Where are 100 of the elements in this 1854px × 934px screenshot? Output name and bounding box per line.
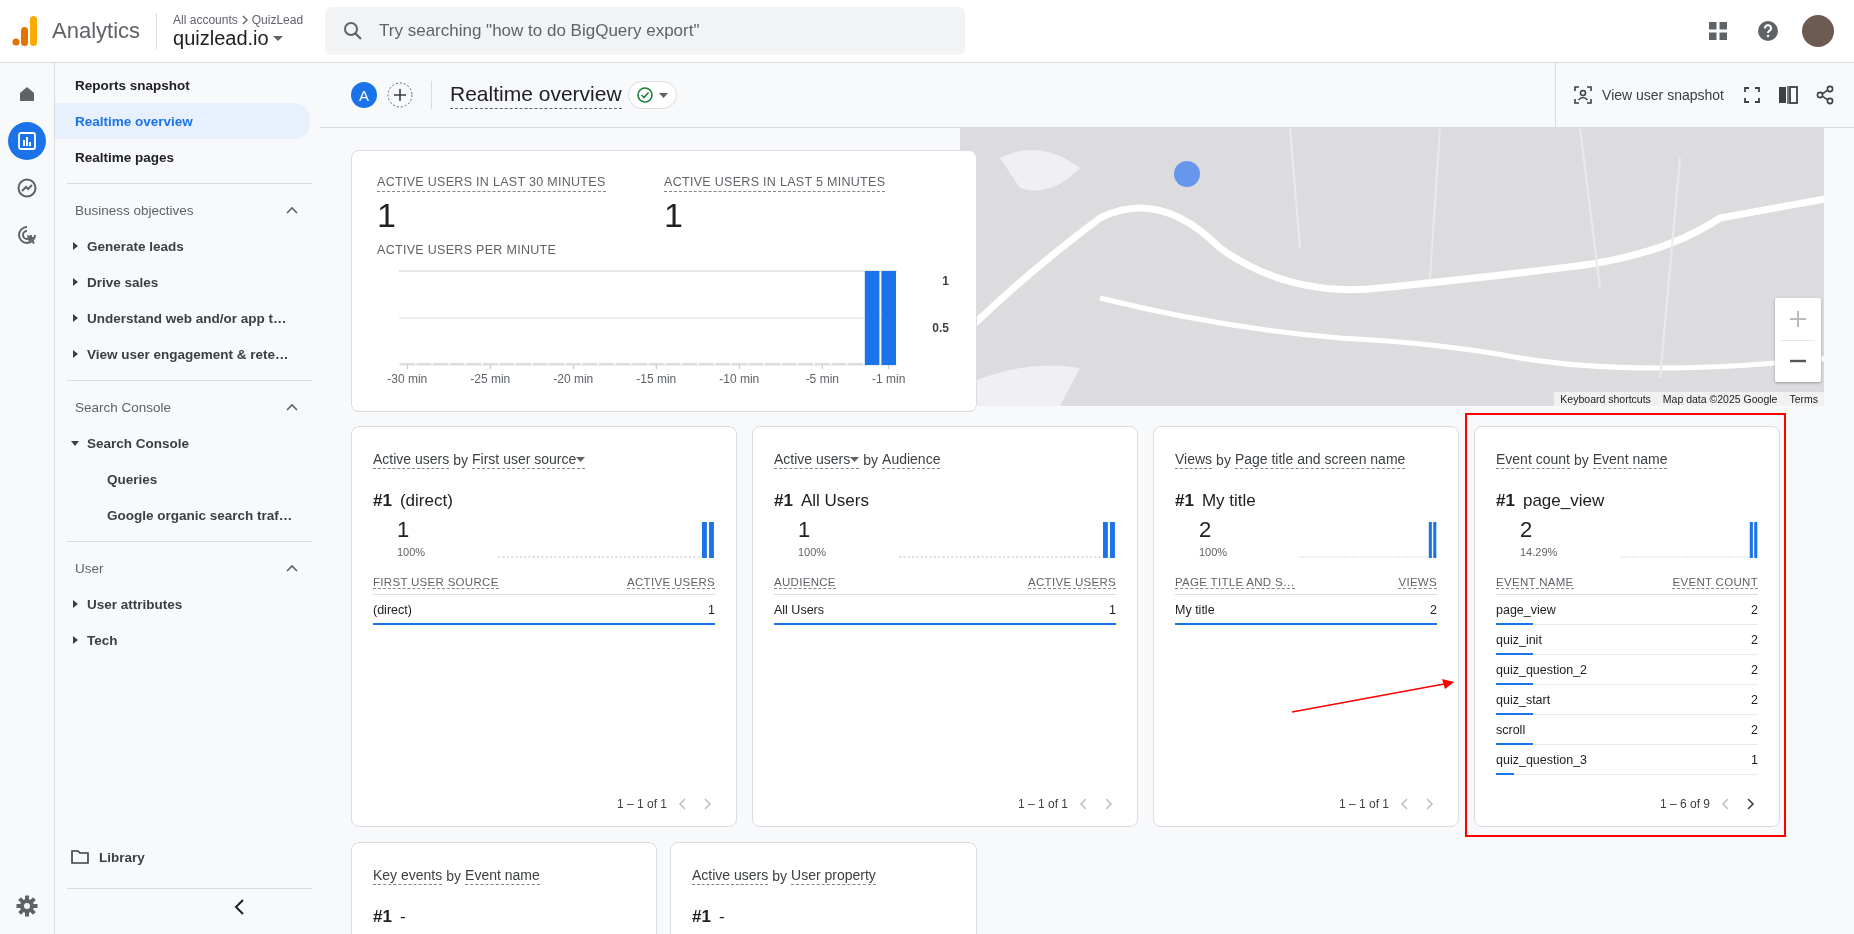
row-label: quiz_question_3 <box>1496 752 1588 767</box>
column-header: ACTIVE USERS <box>1028 576 1116 589</box>
row-value: 2 <box>1430 602 1437 617</box>
chevron-right-icon <box>240 14 249 25</box>
row-label: scroll <box>1496 722 1526 737</box>
product-name: Analytics <box>52 13 158 49</box>
nav-item[interactable]: Realtime pages <box>55 139 310 175</box>
comparison-badge[interactable]: A <box>351 82 377 108</box>
caret-right-icon <box>71 314 79 322</box>
target-cursor-icon <box>16 224 38 246</box>
column-header: EVENT COUNT <box>1672 576 1758 589</box>
row-label: My title <box>1175 602 1215 617</box>
row-value: 1 <box>1751 752 1758 767</box>
top-item-name: - <box>399 907 406 927</box>
settings-button[interactable] <box>16 895 38 920</box>
pagination-text: 1 – 1 of 1 <box>616 797 667 811</box>
row-value: 2 <box>1751 662 1758 677</box>
map-footer-link[interactable]: Map data ©2025 Google <box>1656 392 1784 406</box>
nav-group[interactable]: Drive sales <box>55 264 310 300</box>
row-value: 2 <box>1751 632 1758 647</box>
dimension-selector[interactable]: Event name <box>1592 451 1668 469</box>
dimension-selector[interactable]: Audience <box>882 451 941 469</box>
axis-label: -10 min <box>719 372 760 386</box>
user-avatar[interactable] <box>1802 15 1834 47</box>
caret-right-icon <box>71 600 79 608</box>
metric-value: 1 <box>377 196 397 235</box>
nav-section-header[interactable]: User <box>55 550 310 586</box>
chevron-up-icon <box>286 403 298 411</box>
metric-selector[interactable]: Active users <box>373 451 450 469</box>
column-header: AUDIENCE <box>774 576 836 589</box>
top-item-value: 1 <box>397 517 411 543</box>
status-menu[interactable] <box>627 81 677 109</box>
nav-group[interactable]: View user engagement & rete… <box>55 336 310 372</box>
bar-chart-icon <box>18 132 36 150</box>
caret-down-icon <box>272 35 283 41</box>
nav-section-header[interactable]: Business objectives <box>55 192 310 228</box>
dimension-selector[interactable]: User property <box>791 867 876 885</box>
metric-selector[interactable]: Key events <box>373 867 443 885</box>
nav-group[interactable]: Search Console <box>55 425 310 461</box>
dimension-selector[interactable]: Event name <box>465 867 540 885</box>
axis-label: 0.5 <box>932 321 949 335</box>
analytics-logo <box>12 16 38 46</box>
breadcrumb-link[interactable]: QuizLead <box>251 12 304 27</box>
rank-label: #1 <box>692 907 711 927</box>
breadcrumb-link[interactable]: All accounts <box>173 12 238 27</box>
row-value: 2 <box>1751 602 1758 617</box>
caret-down-icon <box>576 456 586 462</box>
pagination-text: 1 – 1 of 1 <box>1338 797 1389 811</box>
caret-right-icon <box>71 350 79 358</box>
row-label: All Users <box>774 602 824 617</box>
nav-item[interactable]: Reports snapshot <box>55 67 310 103</box>
axis-label: -25 min <box>470 372 511 386</box>
top-item-share: 100% <box>1199 546 1229 558</box>
card-title-text: by <box>1216 452 1231 468</box>
chart-title: ACTIVE USERS PER MINUTE <box>377 243 558 257</box>
page-title: Realtime overview <box>450 81 622 109</box>
property-selector[interactable]: quizlead.io <box>173 26 318 50</box>
metric-selector[interactable]: Views <box>1175 451 1213 469</box>
search-field[interactable]: Try searching "how to do BigQuery export" <box>325 7 966 55</box>
nav-group[interactable]: Tech <box>55 622 310 658</box>
metric-selector[interactable]: Active users <box>774 451 860 469</box>
folder-icon <box>71 850 89 864</box>
nav-item[interactable]: Realtime overview <box>55 103 310 139</box>
fullscreen-icon <box>1744 87 1760 103</box>
map-footer-link[interactable]: Terms <box>1783 392 1824 406</box>
grid-icon <box>1709 22 1727 40</box>
row-label: quiz_question_2 <box>1496 662 1588 677</box>
card-title-text: by <box>772 868 788 884</box>
dimension-selector[interactable]: Page title and screen name <box>1234 451 1406 469</box>
row-label: quiz_start <box>1496 692 1551 707</box>
nav-item[interactable]: Google organic search traf… <box>55 497 310 533</box>
top-item-name: My title <box>1201 491 1256 511</box>
metric-selector[interactable]: Active users <box>692 867 769 885</box>
settings-icon <box>16 895 38 917</box>
axis-label: -30 min <box>387 372 428 386</box>
nav-section-header[interactable]: Search Console <box>55 389 310 425</box>
nav-group[interactable]: Understand web and/or app t… <box>55 300 310 336</box>
metric-value: 1 <box>664 196 684 235</box>
row-value: 2 <box>1751 692 1758 707</box>
map-footer-link[interactable]: Keyboard shortcuts <box>1554 392 1657 406</box>
nav-group[interactable]: User attributes <box>55 586 310 622</box>
top-item-value: 1 <box>798 517 812 543</box>
view-user-snapshot-button[interactable]: View user snapshot <box>1568 82 1730 108</box>
caret-down-icon <box>658 92 668 98</box>
top-item-name: - <box>718 907 725 927</box>
top-item-share: 100% <box>397 546 427 558</box>
row-label: page_view <box>1496 602 1556 617</box>
rank-label: #1 <box>1175 491 1194 511</box>
minus-icon <box>1789 359 1807 364</box>
axis-label: -20 min <box>553 372 594 386</box>
help-icon <box>1757 20 1779 42</box>
rail-button[interactable] <box>8 122 46 160</box>
nav-item[interactable]: Queries <box>55 461 310 497</box>
nav-group[interactable]: Generate leads <box>55 228 310 264</box>
library-link[interactable]: Library <box>55 842 151 872</box>
add-comparison-button[interactable] <box>387 82 413 108</box>
rank-label: #1 <box>373 907 392 927</box>
caret-right-icon <box>71 242 79 250</box>
metric-selector[interactable]: Event count <box>1496 451 1570 469</box>
dimension-selector[interactable]: First user source <box>472 451 586 469</box>
